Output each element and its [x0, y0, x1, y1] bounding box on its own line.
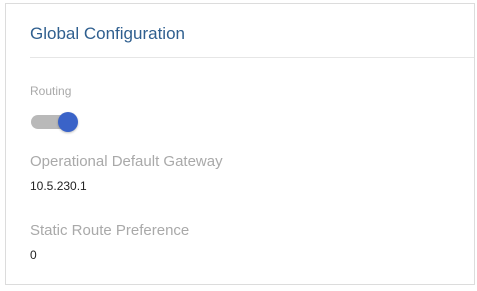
routing-label: Routing — [30, 84, 72, 98]
routing-toggle[interactable] — [31, 112, 83, 132]
panel-title: Global Configuration — [30, 24, 185, 43]
toggle-knob — [58, 112, 78, 132]
title-divider — [30, 57, 474, 58]
global-configuration-panel: Global Configuration Routing Operational… — [5, 3, 475, 285]
default-gateway-value: 10.5.230.1 — [30, 179, 87, 193]
static-route-preference-value: 0 — [30, 248, 37, 262]
default-gateway-label: Operational Default Gateway — [30, 153, 223, 170]
static-route-preference-label: Static Route Preference — [30, 222, 190, 239]
